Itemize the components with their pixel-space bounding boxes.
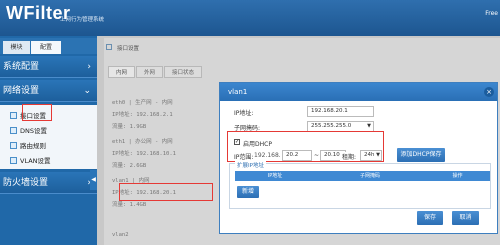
chevron-down-icon: ⌄ [83,86,91,96]
interface-tabs: 内网 外网 接口状态 [108,66,203,78]
sidebar-item-vlan[interactable]: VLAN设置 [10,155,51,165]
close-icon[interactable]: × [484,87,494,97]
ip-range-label: IP范围: [234,154,254,161]
interface-card[interactable]: eth1 | 办公网 - 内网 IP地址: 192.168.10.1 流量: 2… [112,137,212,169]
dhcp-label: 启用DHCP [243,141,272,148]
interface-card[interactable]: eth0 | 生产网 - 内网 IP地址: 192.168.2.1 流量: 1.… [112,98,212,130]
extended-ip-legend: 扩展IP地址 [235,161,266,169]
sidebar-section-label: 网络设置 [3,86,40,96]
ip-range-start-field[interactable]: 20.2 [282,150,312,161]
top-bar: WFilter 上网行为管理系统 Free [0,0,500,36]
chevron-down-icon: ▼ [367,123,371,129]
sidebar-item-routing[interactable]: 路由规则 [10,140,46,150]
lease-label: 租期: [340,152,357,161]
chevron-right-icon: › [87,62,91,72]
interface-icon [10,111,17,119]
sidebar-section-firewall[interactable]: 防火墙设置 › [0,172,97,194]
save-dhcp-button[interactable]: 添加DHCP保存 [397,148,445,162]
vlan-icon [10,156,17,164]
tab-modules[interactable]: 模块 [3,41,30,54]
ip-range-prefix: 192.168. [254,152,281,159]
range-separator: ~ [314,152,320,159]
tab-lan[interactable]: 内网 [108,66,136,78]
dns-icon [10,126,17,134]
save-button[interactable]: 保存 [417,211,443,225]
sidebar-item-dns[interactable]: DNS设置 [10,125,47,135]
highlight-box [119,183,213,201]
lease-time-select[interactable]: 24h ▼ [360,150,382,161]
tab-status[interactable]: 接口状态 [164,66,203,78]
column-header-action: 操作 [452,173,463,179]
route-icon [10,141,17,149]
breadcrumb-icon [106,44,112,50]
dhcp-checkbox[interactable]: ✓ [234,139,240,145]
sidebar-section-label: 防火墙设置 [3,178,49,188]
interface-card[interactable]: vlan2 [112,232,212,238]
column-header-ip: IP地址 [267,173,283,179]
sidebar-tabs: 模块 配置 [0,38,97,54]
extended-ip-section [229,163,491,209]
sidebar-collapse-button[interactable]: ◀ [90,170,97,190]
sidebar-section-system[interactable]: 系统配置 › [0,56,97,78]
tab-config[interactable]: 配置 [31,41,61,54]
add-ip-button[interactable]: 新增 [237,186,259,198]
app-subtitle: 上网行为管理系统 [60,17,105,23]
dialog-title: vlan1 [220,83,497,101]
ip-address-field[interactable]: 192.168.20.1 [307,106,374,117]
chevron-down-icon: ▼ [376,152,380,158]
cancel-button[interactable]: 取消 [452,211,479,225]
column-header-mask: 子网掩码 [359,173,380,179]
sidebar-section-network[interactable]: 网络设置 ⌄ [0,80,97,102]
breadcrumb: 接口设置 [117,46,140,52]
top-right-link[interactable]: Free [485,10,498,17]
tab-wan[interactable]: 外网 [136,66,164,78]
highlight-box [22,104,52,121]
extended-ip-table-header: IP地址 子网掩码 操作 [235,171,490,181]
sidebar-section-label: 系统配置 [3,62,40,72]
ip-label: IP地址: [234,110,254,117]
